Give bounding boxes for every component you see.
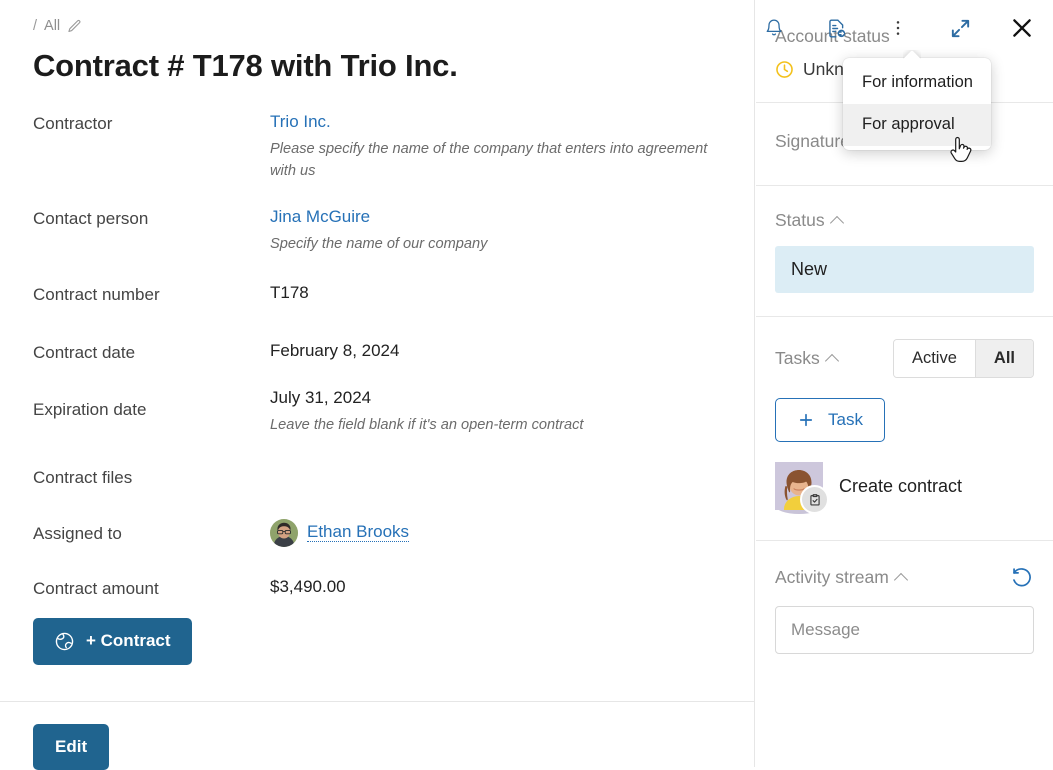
field-label: Contract files (33, 467, 133, 487)
add-task-button[interactable]: Task (775, 398, 885, 442)
clipboard-check-icon (800, 485, 829, 514)
task-title[interactable]: Create contract (839, 476, 962, 497)
activity-stream-title: Activity stream (775, 567, 889, 587)
pencil-icon[interactable] (67, 19, 82, 34)
field-label: Contact person (33, 208, 149, 228)
more-vertical-icon[interactable] (881, 11, 915, 45)
field-label: Expiration date (33, 399, 147, 419)
contract-detail-page: / All Contract # T178 with Trio Inc. Con… (0, 0, 1053, 770)
field-label: Assigned to (33, 523, 122, 543)
dropdown-item-for-approval[interactable]: For approval (843, 103, 991, 146)
breadcrumb-item-all[interactable]: All (44, 18, 60, 34)
field-row-contract-amount: Contract amount $3,490.00 (33, 577, 754, 599)
chevron-up-icon (829, 215, 844, 230)
section-tasks: Tasks Active All Task Create contract (756, 317, 1053, 541)
field-hint: Specify the name of our company (270, 235, 488, 252)
refresh-ccw-icon[interactable] (1011, 566, 1034, 589)
field-row-contract-date: Contract date February 8, 2024 (33, 341, 754, 363)
activity-stream-header[interactable]: Activity stream (775, 567, 908, 588)
field-hint: Leave the field blank if it's an open-te… (270, 416, 584, 433)
field-label: Contract date (33, 342, 136, 362)
edit-button-label: Edit (55, 737, 88, 756)
tasks-filter-group: Active All (892, 339, 1034, 378)
close-icon[interactable] (1005, 11, 1039, 45)
add-contract-row: + Contract (33, 617, 754, 665)
dropdown-caret (903, 50, 921, 59)
dropdown-item-for-information[interactable]: For information (843, 62, 991, 104)
chevron-up-icon (893, 572, 908, 587)
contact-person-link[interactable]: Jina McGuire (270, 207, 370, 226)
field-value: July 31, 2024 Leave the field blank if i… (270, 388, 754, 437)
field-row-contract-files: Contract files (33, 466, 754, 488)
section-activity-stream: Activity stream (756, 541, 1053, 674)
add-task-label: Task (828, 410, 863, 429)
field-row-contract-number: Contract number T178 (33, 283, 754, 305)
page-title: Contract # T178 with Trio Inc. (33, 48, 458, 83)
field-row-expiration-date: Expiration date July 31, 2024 Leave the … (33, 388, 754, 437)
expand-icon[interactable] (943, 11, 977, 45)
status-header[interactable]: Status (775, 210, 1034, 231)
footer-actions: Edit (33, 724, 110, 770)
add-contract-label: + Contract (86, 631, 171, 651)
task-list-item[interactable]: Create contract (775, 462, 1034, 522)
field-label: Contract number (33, 284, 160, 304)
globe-icon (54, 631, 75, 652)
field-row-contractor: Contractor Trio Inc. Please specify the … (33, 112, 754, 183)
field-value: Ethan Brooks (270, 518, 754, 547)
assigned-user: Ethan Brooks (270, 518, 714, 547)
field-row-assigned-to: Assigned to Ethan Brooks (33, 518, 754, 547)
field-label: Contractor (33, 114, 113, 133)
activity-stream-header-row: Activity stream (775, 566, 1034, 589)
clock-icon (775, 60, 794, 79)
field-row-contact-person: Contact person Jina McGuire Specify the … (33, 207, 754, 256)
contract-amount-value: $3,490.00 (270, 576, 346, 596)
field-label: Contract amount (33, 578, 159, 598)
status-title: Status (775, 210, 825, 230)
field-value: Trio Inc. Please specify the name of the… (270, 112, 754, 183)
bell-icon[interactable] (757, 11, 791, 45)
field-value: Jina McGuire Specify the name of our com… (270, 207, 754, 256)
contract-date-value: February 8, 2024 (270, 340, 400, 360)
avatar (270, 518, 298, 547)
assigned-user-link[interactable]: Ethan Brooks (307, 522, 410, 543)
tasks-filter-active[interactable]: Active (893, 340, 975, 377)
expiration-date-value: July 31, 2024 (270, 387, 372, 407)
breadcrumb: / All (0, 0, 754, 34)
tasks-filter-all[interactable]: All (974, 340, 1033, 377)
field-hint: Please specify the name of the company t… (270, 141, 708, 179)
plus-icon (797, 411, 815, 429)
more-actions-dropdown: For information For approval (843, 58, 991, 150)
contract-number-value: T178 (270, 282, 309, 302)
contract-fields: Contractor Trio Inc. Please specify the … (0, 112, 754, 665)
chevron-up-icon (824, 353, 839, 368)
message-input[interactable] (775, 606, 1034, 654)
task-avatar-wrap (775, 462, 829, 522)
footer-divider (0, 701, 755, 702)
section-status: Status New (756, 186, 1053, 317)
tasks-title: Tasks (775, 348, 820, 368)
add-contract-button[interactable]: + Contract (33, 617, 192, 665)
breadcrumb-separator: / (33, 18, 38, 34)
top-toolbar (757, 0, 1053, 56)
tasks-header-row: Tasks Active All (775, 339, 1034, 378)
main-content-panel: / All Contract # T178 with Trio Inc. Con… (0, 0, 755, 770)
document-share-icon[interactable] (819, 11, 853, 45)
tasks-header[interactable]: Tasks (775, 348, 839, 369)
edit-button[interactable]: Edit (33, 724, 110, 770)
contractor-link[interactable]: Trio Inc. (270, 112, 331, 131)
status-badge[interactable]: New (775, 246, 1034, 293)
